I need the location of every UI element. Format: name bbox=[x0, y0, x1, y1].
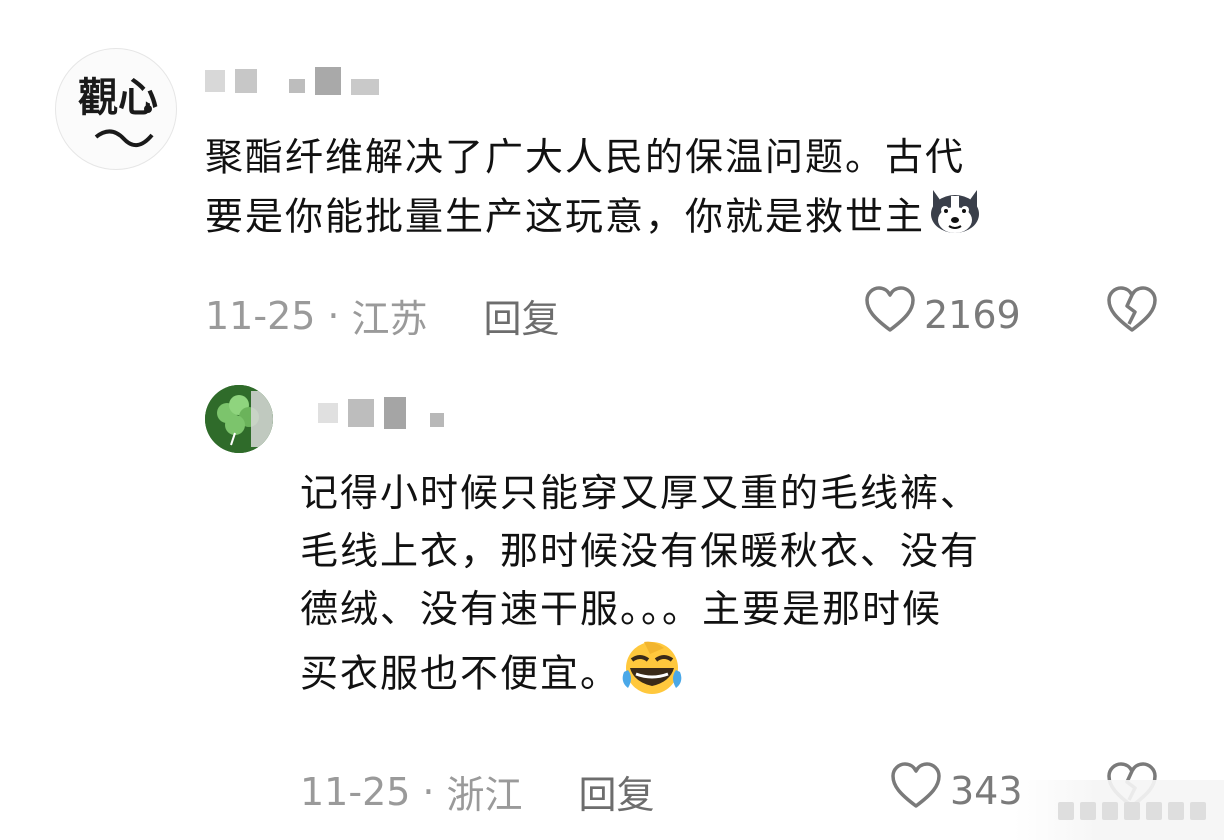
username-redacted[interactable] bbox=[318, 397, 444, 429]
comment-text-line: 聚酯纤维解决了广大人民的保温问题。古代 bbox=[205, 135, 966, 179]
comment-location: 江苏 bbox=[351, 297, 428, 341]
svg-text:觀心: 觀心 bbox=[78, 74, 158, 121]
comment-text: 记得小时候只能穿又厚又重的毛线裤、 毛线上衣，那时候没有保暖秋衣、没有 德绒、没… bbox=[300, 464, 980, 714]
broken-heart-icon bbox=[1106, 286, 1158, 338]
like-count: 343 bbox=[950, 768, 1023, 813]
comment-location: 浙江 bbox=[446, 773, 523, 817]
like-count: 2169 bbox=[924, 292, 1021, 337]
comment-meta: 11-25 · 江苏 回复 bbox=[205, 288, 560, 343]
reply-button[interactable]: 回复 bbox=[579, 764, 655, 819]
comment-text-line: 记得小时候只能穿又厚又重的毛线裤、 bbox=[300, 471, 981, 515]
comment-text-line: 要是你能批量生产这玩意，你就是救世主 bbox=[205, 186, 985, 252]
comment-1: 觀心 聚酯纤维解决了广大人民的保温问题。古代 要是你能批量生产这玩意，你就是救世… bbox=[0, 0, 1224, 360]
comment-date: 11-25 bbox=[205, 293, 316, 338]
heart-outline-icon bbox=[890, 762, 942, 819]
dislike-button[interactable] bbox=[1106, 286, 1158, 338]
comment-text-line: 买衣服也不便宜。 bbox=[300, 638, 980, 714]
meta-separator: · bbox=[327, 293, 340, 338]
comment-meta: 11-25 · 浙江 回复 bbox=[300, 764, 655, 819]
comment-text-line: 毛线上衣，那时候没有保暖秋衣、没有 bbox=[300, 529, 981, 573]
reply-button[interactable]: 回复 bbox=[484, 288, 560, 343]
like-button[interactable]: 343 bbox=[890, 762, 1023, 819]
clover-avatar-image bbox=[205, 385, 273, 453]
heart-outline-icon bbox=[864, 286, 916, 343]
username-redacted[interactable] bbox=[205, 66, 379, 96]
laughing-crying-emoji-icon bbox=[620, 638, 684, 714]
watermark-marks bbox=[1058, 802, 1206, 820]
watermark bbox=[1014, 780, 1224, 840]
comment-text-line: 德绒、没有速干服。。。主要是那时候 bbox=[300, 587, 943, 631]
calligraphy-avatar-image: 觀心 bbox=[78, 74, 158, 147]
like-button[interactable]: 2169 bbox=[864, 286, 1021, 343]
commenter-avatar[interactable]: 觀心 bbox=[55, 48, 177, 170]
meta-separator: · bbox=[422, 769, 435, 814]
comment-2: 记得小时候只能穿又厚又重的毛线裤、 毛线上衣，那时候没有保暖秋衣、没有 德绒、没… bbox=[0, 360, 1224, 840]
commenter-avatar[interactable] bbox=[205, 385, 273, 453]
comment-date: 11-25 bbox=[300, 769, 411, 814]
husky-emoji-icon bbox=[925, 186, 985, 252]
comment-text: 聚酯纤维解决了广大人民的保温问题。古代 要是你能批量生产这玩意，你就是救世主 bbox=[205, 128, 985, 252]
